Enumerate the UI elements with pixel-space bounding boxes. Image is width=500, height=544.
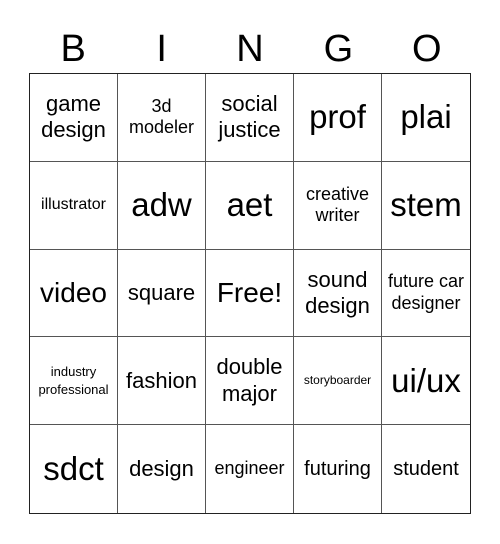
bingo-cell[interactable]: design xyxy=(118,425,206,513)
bingo-cell[interactable]: sdct xyxy=(30,425,118,513)
bingo-cell[interactable]: fashion xyxy=(118,337,206,426)
bingo-cell[interactable]: plai xyxy=(382,74,470,162)
bingo-cell[interactable]: double major xyxy=(206,337,294,426)
free-space-cell[interactable]: Free! xyxy=(206,249,294,338)
bingo-cell[interactable]: game design xyxy=(30,74,118,162)
bingo-cell[interactable]: sound design xyxy=(294,249,382,338)
bingo-cell[interactable]: aet xyxy=(206,161,294,250)
bingo-cell[interactable]: 3d modeler xyxy=(118,74,206,162)
bingo-cell[interactable]: ui/ux xyxy=(382,337,470,426)
bingo-cell[interactable]: creative writer xyxy=(294,161,382,250)
bingo-cell[interactable]: stem xyxy=(382,162,470,250)
bingo-cell[interactable]: adw xyxy=(118,161,206,250)
bingo-cell[interactable]: future car designer xyxy=(382,250,470,338)
header-letter-n: N xyxy=(236,28,264,70)
bingo-header: B I N G O xyxy=(29,24,471,74)
bingo-cell[interactable]: video xyxy=(30,249,118,338)
bingo-grid: game design 3d modeler social justice pr… xyxy=(29,73,471,514)
header-letter-g: G xyxy=(323,28,354,70)
bingo-cell[interactable]: futuring xyxy=(294,425,382,513)
bingo-cell[interactable]: storyboarder xyxy=(294,337,382,426)
header-letter-o: O xyxy=(412,28,442,70)
header-letter-b: B xyxy=(60,28,86,70)
bingo-cell[interactable]: student xyxy=(382,425,470,513)
bingo-cell[interactable]: industry professional xyxy=(30,337,118,426)
bingo-cell[interactable]: social justice xyxy=(206,74,294,162)
header-letter-i: I xyxy=(156,28,167,70)
bingo-cell[interactable]: square xyxy=(118,249,206,338)
bingo-cell[interactable]: illustrator xyxy=(30,161,118,250)
bingo-cell[interactable]: prof xyxy=(294,74,382,162)
bingo-cell[interactable]: engineer xyxy=(206,425,294,513)
